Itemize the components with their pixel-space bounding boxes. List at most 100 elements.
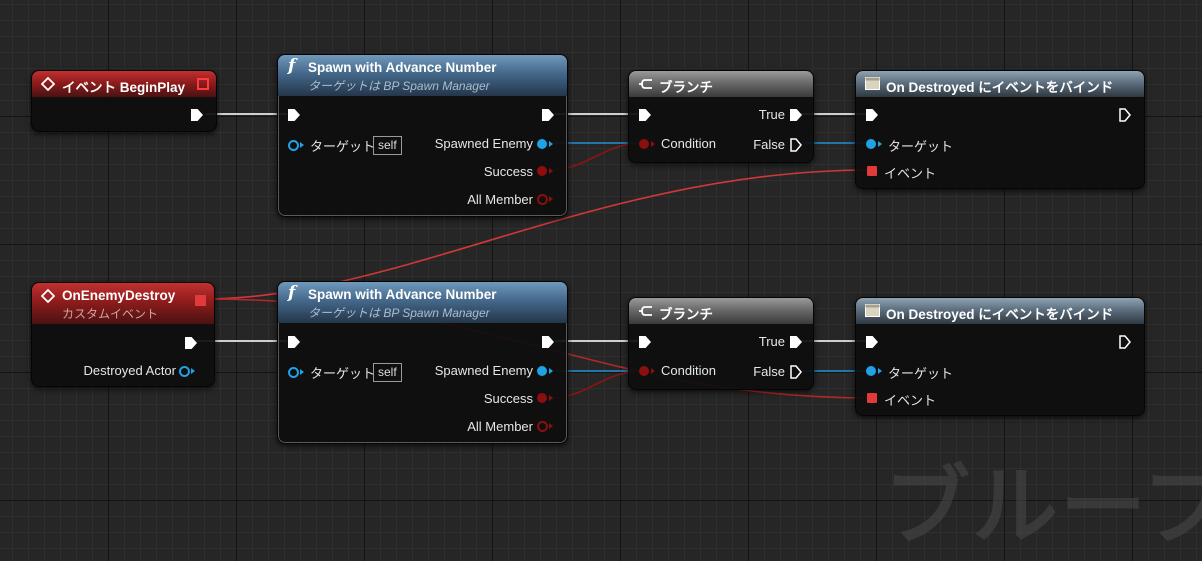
node-title: Spawn with Advance Number [308,60,497,75]
false-exec-output-pin[interactable] [790,138,803,152]
exec-input-pin[interactable] [639,109,651,121]
node-title: On Destroyed にイベントをバインド [886,80,1114,95]
event-delegate-input-pin[interactable] [867,393,877,403]
node-title: OnEnemyDestroy [62,288,176,303]
event-delegate-input-pin[interactable] [867,166,877,176]
exec-output-pin[interactable] [185,337,197,349]
pin-label: Spawned Enemy [434,136,533,151]
node-header[interactable]: On Destroyed にイベントをバインド [856,298,1144,324]
pin-arrow-icon [549,196,553,202]
pin-arrow-icon [878,141,882,147]
node-header[interactable]: On Destroyed にイベントをバインド [856,71,1144,97]
node-header[interactable]: f Spawn with Advance Number ターゲットは BP Sp… [278,55,567,96]
bind-delegate-icon [865,77,880,90]
pin-arrow-icon [549,368,553,374]
pin-label: Success [483,391,533,406]
pin-label: All Member [467,419,533,434]
node-header[interactable]: OnEnemyDestroy カスタムイベント [32,283,214,324]
bind-event-on-destroyed-node[interactable]: On Destroyed にイベントをバインド ターゲット イベント [855,297,1145,416]
pin-label: Spawned Enemy [434,363,533,378]
pin-arrow-icon [300,142,304,148]
exec-output-pin[interactable] [1119,108,1132,122]
pin-label: イベント [884,393,937,408]
bind-delegate-icon [865,304,880,317]
node-title: Spawn with Advance Number [308,287,497,302]
node-subtitle: ターゲットは BP Spawn Manager [308,306,490,320]
exec-output-pin[interactable] [1119,335,1132,349]
target-input-pin[interactable] [288,140,299,151]
target-self-field[interactable]: self [373,363,402,382]
pin-arrow-icon [549,423,553,429]
node-subtitle: ターゲットは BP Spawn Manager [308,79,490,93]
pin-arrow-icon [549,141,553,147]
target-input-pin[interactable] [866,139,876,149]
node-title: イベント BeginPlay [62,80,186,95]
bind-event-on-destroyed-node[interactable]: On Destroyed にイベントをバインド ターゲット イベント [855,70,1145,189]
pin-label: イベント [884,166,937,181]
exec-output-pin[interactable] [191,109,203,121]
pin-arrow-icon [300,369,304,375]
exec-input-pin[interactable] [866,336,878,348]
branch-node[interactable]: ブランチ True Condition False [628,70,814,163]
exec-input-pin[interactable] [288,336,300,348]
target-input-pin[interactable] [288,367,299,378]
all-member-output-pin[interactable] [537,421,548,432]
node-header[interactable]: f Spawn with Advance Number ターゲットは BP Sp… [278,282,567,323]
branch-icon [639,306,652,316]
condition-input-pin[interactable] [639,139,649,149]
pin-label: Condition [661,136,716,151]
target-input-pin[interactable] [866,366,876,376]
pin-label: Success [483,164,533,179]
diamond-event-icon [41,289,55,303]
pin-label: ターゲット [888,366,954,381]
custom-event-onenemydestroy-node[interactable]: OnEnemyDestroy カスタムイベント Destroyed Actor [31,282,215,387]
exec-input-pin[interactable] [866,109,878,121]
event-beginplay-node[interactable]: イベント BeginPlay [31,70,217,132]
node-title: ブランチ [659,80,713,95]
node-subtitle: カスタムイベント [62,307,159,321]
node-header[interactable]: ブランチ [629,71,813,97]
delegate-output-pin[interactable] [197,78,209,90]
exec-output-pin[interactable] [542,109,554,121]
all-member-output-pin[interactable] [537,194,548,205]
pin-label: False [753,137,785,152]
exec-output-pin[interactable] [542,336,554,348]
success-output-pin[interactable] [537,393,547,403]
pin-label: Destroyed Actor [83,363,177,378]
pin-label: True [758,334,785,349]
pin-arrow-icon [549,395,553,401]
pin-arrow-icon [878,368,882,374]
function-f-icon: f [288,283,296,303]
branch-node[interactable]: ブランチ True Condition False [628,297,814,390]
pin-label: ターゲット [310,139,376,154]
pin-label: True [758,107,785,122]
pin-arrow-icon [191,368,195,374]
branch-icon [639,79,652,89]
spawn-with-advance-number-node[interactable]: f Spawn with Advance Number ターゲットは BP Sp… [277,281,568,444]
node-title: ブランチ [659,307,713,322]
spawned-enemy-output-pin[interactable] [537,139,547,149]
target-self-field[interactable]: self [373,136,402,155]
false-exec-output-pin[interactable] [790,365,803,379]
diamond-event-icon [41,77,55,91]
destroyed-actor-output-pin[interactable] [179,366,190,377]
exec-input-pin[interactable] [288,109,300,121]
delegate-output-pin[interactable] [195,295,206,306]
pin-label: All Member [467,192,533,207]
function-f-icon: f [288,56,296,76]
pin-arrow-icon [651,141,655,147]
true-exec-output-pin[interactable] [790,109,802,121]
pin-label: ターゲット [310,366,376,381]
pin-arrow-icon [651,368,655,374]
node-header[interactable]: イベント BeginPlay [32,71,216,97]
pin-label: Condition [661,363,716,378]
node-title: On Destroyed にイベントをバインド [886,307,1114,322]
spawned-enemy-output-pin[interactable] [537,366,547,376]
spawn-with-advance-number-node[interactable]: f Spawn with Advance Number ターゲットは BP Sp… [277,54,568,217]
pin-label: ターゲット [888,139,954,154]
true-exec-output-pin[interactable] [790,336,802,348]
condition-input-pin[interactable] [639,366,649,376]
success-output-pin[interactable] [537,166,547,176]
node-header[interactable]: ブランチ [629,298,813,324]
exec-input-pin[interactable] [639,336,651,348]
